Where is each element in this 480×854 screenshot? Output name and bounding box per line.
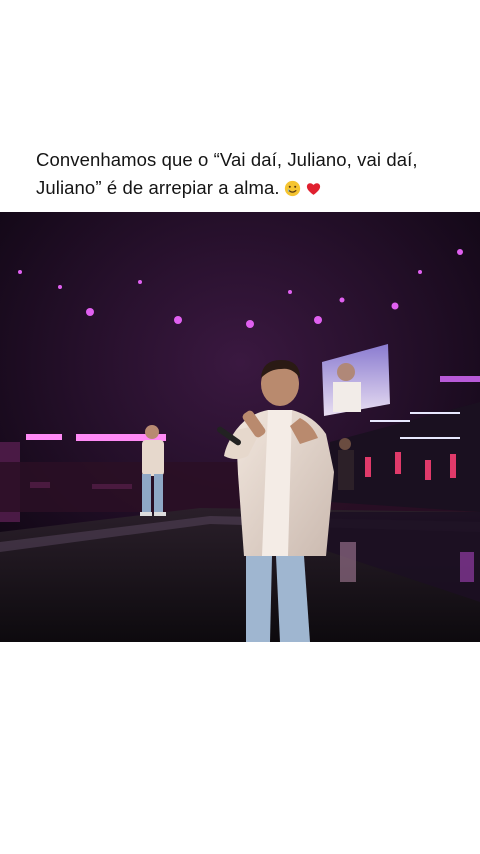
red-heart-icon	[305, 177, 322, 205]
caption-line-2: Juliano” é de arrepiar a alma.	[36, 177, 280, 198]
caption-line-1: Convenhamos que o “Vai daí, Juliano, vai…	[36, 149, 418, 170]
smiling-face-with-tear-icon	[284, 177, 301, 205]
concert-frame	[0, 212, 480, 642]
post-caption: Convenhamos que o “Vai daí, Juliano, vai…	[36, 146, 456, 205]
video-player[interactable]	[0, 212, 480, 642]
